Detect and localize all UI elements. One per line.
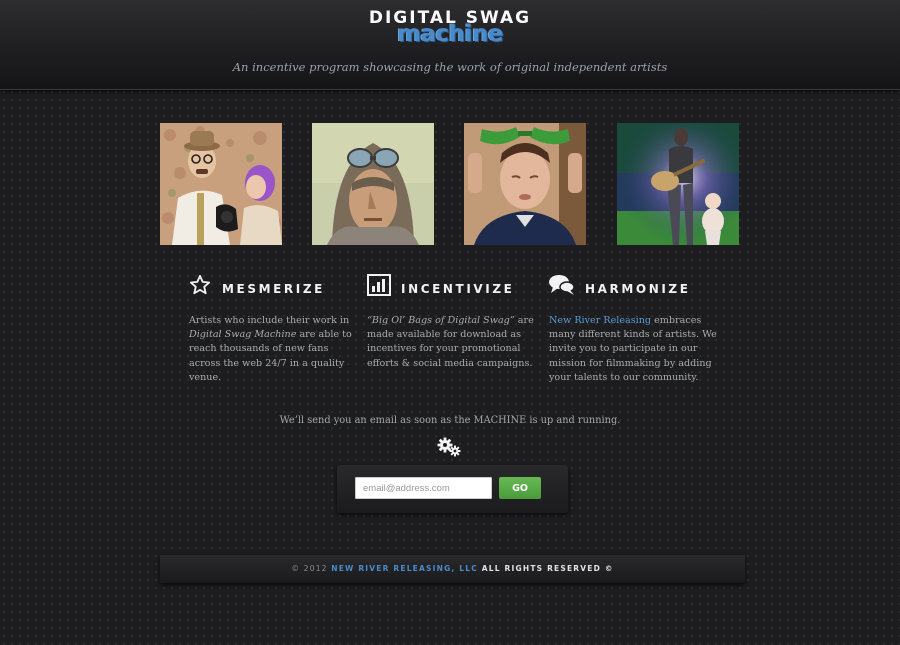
speech-bubbles-icon	[549, 275, 575, 295]
logo-subtitle[interactable]: machine	[0, 21, 900, 47]
feature-title: MESMERIZE	[222, 282, 325, 296]
go-button[interactable]: GO	[499, 477, 541, 499]
artist-photo-aviator	[312, 123, 434, 245]
feature-harmonize: HARMONIZE New River Releasing embraces m…	[549, 274, 719, 385]
artist-photo-guitarist	[617, 123, 739, 245]
gears-icon	[437, 437, 461, 457]
feature-description: “Big Ol’ Bags of Digital Swag” are made …	[367, 315, 534, 369]
feature-title: INCENTIVIZE	[401, 282, 515, 296]
tagline: An incentive program showcasing the work…	[232, 60, 668, 74]
rights-text: ALL RIGHTS RESERVED ©	[477, 564, 614, 573]
feature-mesmerize: MESMERIZE Artists who include their work…	[189, 274, 359, 385]
feature-title: HARMONIZE	[585, 282, 691, 296]
star-icon	[189, 274, 211, 295]
email-input[interactable]	[355, 477, 492, 499]
feature-description: New River Releasing embraces many differ…	[549, 315, 717, 383]
site-footer: © 2012 NEW RIVER RELEASING, LLC ALL RIGH…	[160, 555, 745, 583]
artist-photo-couple	[160, 123, 282, 245]
new-river-releasing-link[interactable]: New River Releasing	[549, 315, 651, 326]
copyright-text: © 2012	[291, 564, 332, 573]
site-header: DIGITAL SWAG machine An incentive progra…	[0, 0, 900, 90]
company-link[interactable]: NEW RIVER RELEASING, LLC	[331, 564, 478, 573]
feature-incentivize: INCENTIVIZE “Big Ol’ Bags of Digital Swa…	[367, 274, 537, 371]
signup-form: GO	[337, 465, 568, 513]
feature-description: Artists who include their work in Digita…	[189, 315, 352, 383]
bar-chart-icon	[367, 274, 391, 296]
artist-photo-green-glasses	[464, 123, 586, 245]
signup-notice: We’ll send you an email as soon as the M…	[279, 415, 621, 426]
